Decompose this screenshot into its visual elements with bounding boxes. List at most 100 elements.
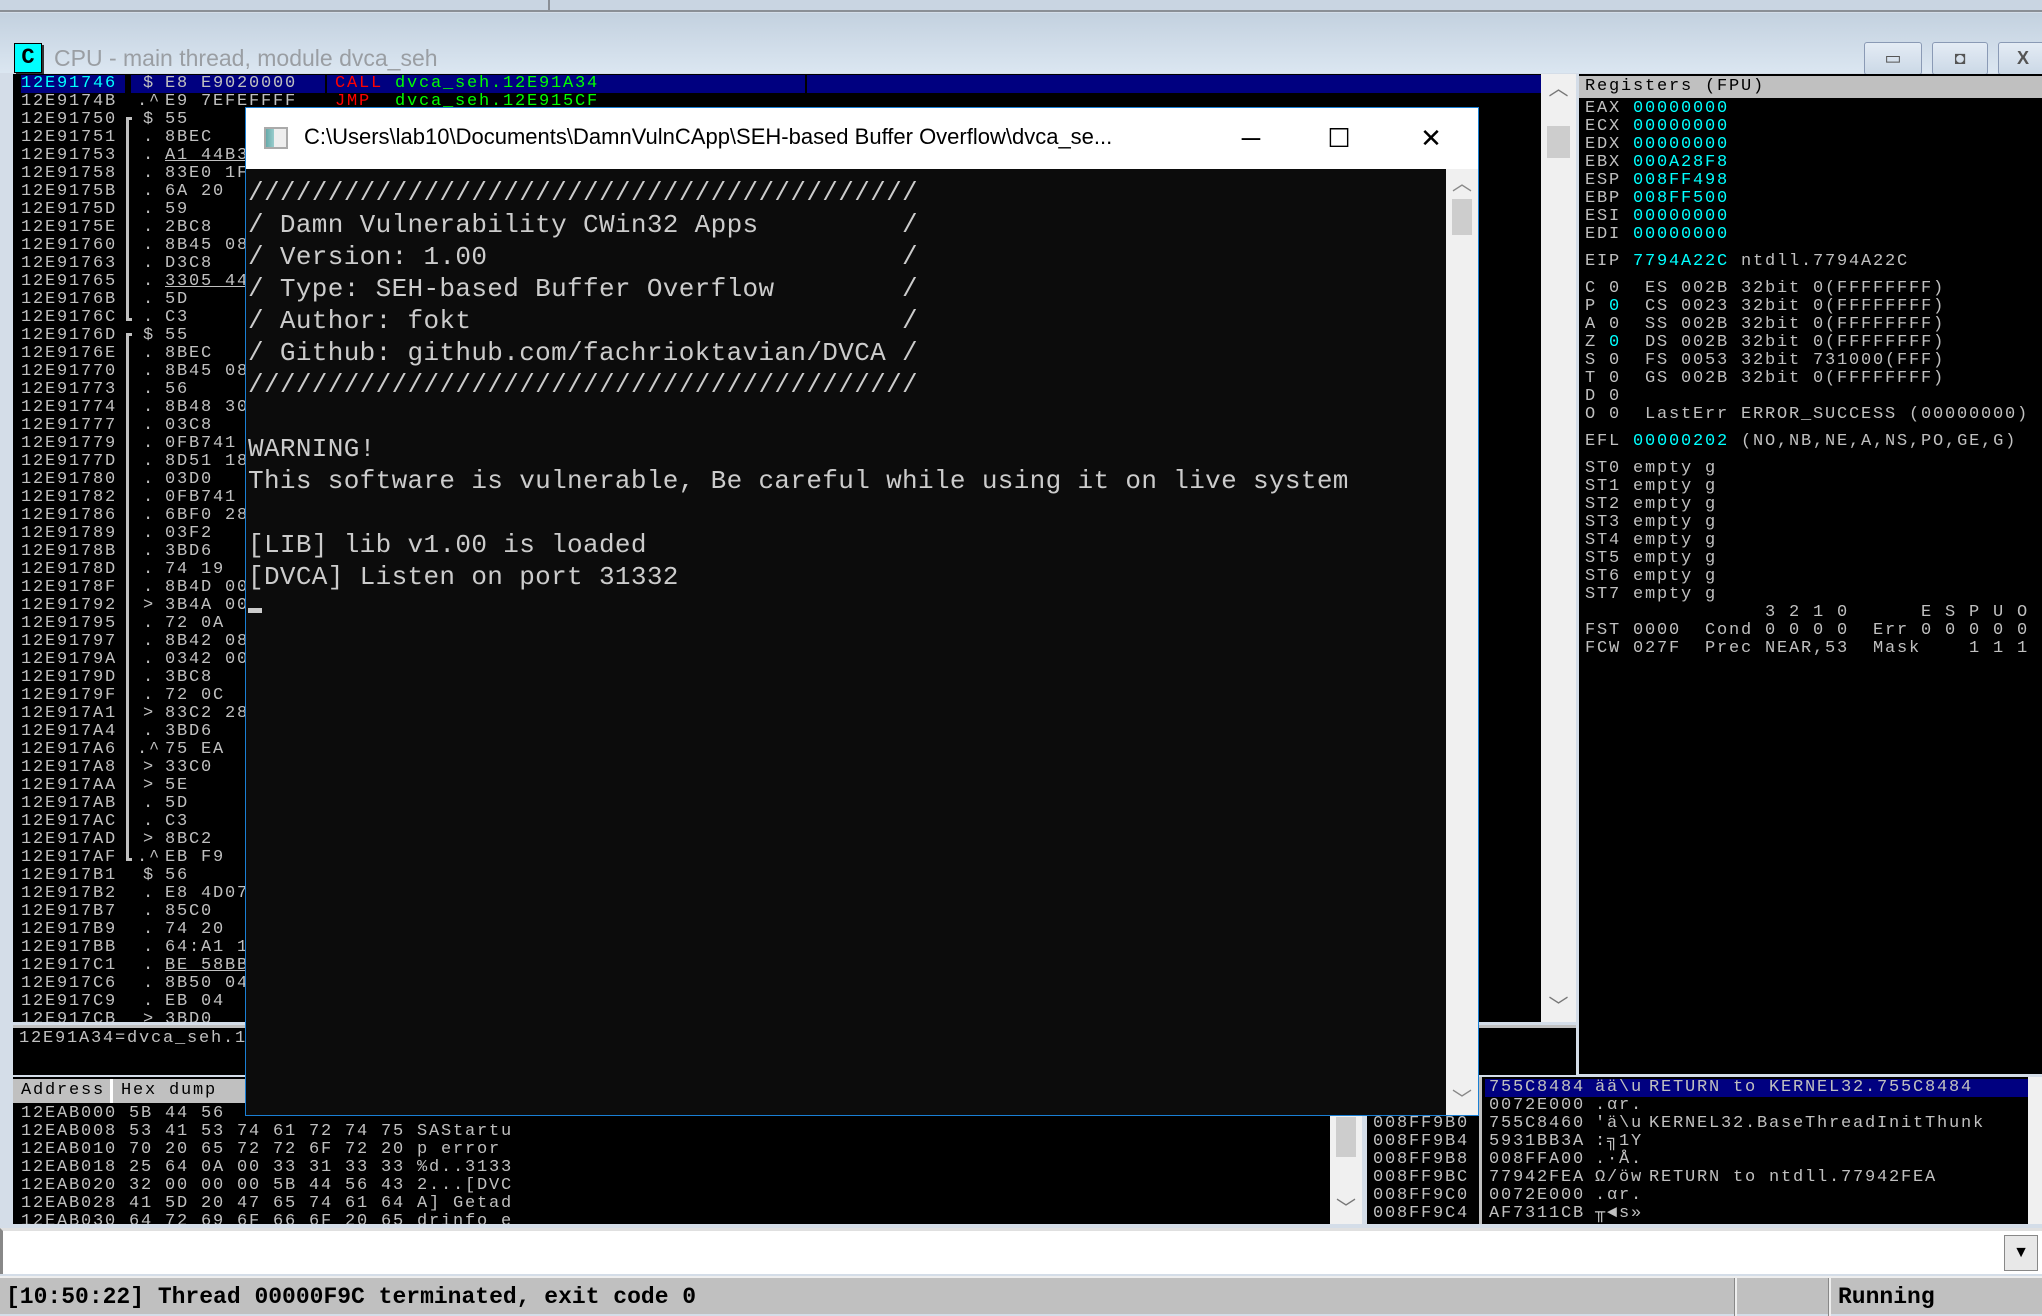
register-line: EIP 7794A22C ntdll.7794A22C [1585,253,1909,271]
scroll-up-icon[interactable]: ︿ [1446,169,1478,199]
register-value[interactable]: 00000000 [1633,99,1729,118]
command-input[interactable] [7,1235,1997,1269]
hex-bytes: A1 44B3 [165,146,250,165]
register-value[interactable]: 000A28F8 [1633,153,1729,172]
hex-bytes: 75 EA [165,740,226,759]
register-label: ST4 empty g [1585,531,1718,550]
hex-bytes: 8B42 08 [165,632,250,651]
stack-value: 0072E000 [1489,1186,1586,1205]
console-cursor [248,608,262,613]
bracket-line [126,831,132,849]
register-value[interactable]: 00000000 [1633,117,1729,136]
console-output[interactable]: ////////////////////////////////////////… [248,169,1444,1109]
status-divider [1828,1278,1831,1316]
register-line: ST2 empty g [1585,496,1717,514]
stack-row[interactable]: 008FF9B4 5931BB3A:╗1Y [1367,1133,2028,1151]
minimize-button[interactable]: ▭ [1864,42,1922,75]
dump-hex: 70 20 65 72 72 6F 72 20 [129,1140,406,1159]
marker: . [143,632,156,651]
register-label: EDX [1585,135,1634,154]
dump-row[interactable]: 12EAB030 64 72 69 6F 66 6F 20 65 drinfo e [13,1213,1330,1225]
stack-scrollbar[interactable] [2028,1077,2042,1224]
bracket-line [126,777,132,795]
address: 12E917B1 [21,866,118,885]
scroll-down-icon[interactable]: ﹀ [1446,1085,1478,1115]
bracket-line [126,669,132,687]
marker: . [143,506,156,525]
register-label: D 0 [1585,387,1622,406]
register-value[interactable]: 00000000 [1633,135,1729,154]
disassembly-scrollbar[interactable]: ︿ ﹀ [1541,74,1576,1022]
register-line: EBX 000A28F8 [1585,154,1729,172]
register-label: ST5 empty g [1585,549,1718,568]
hex-bytes: 6A 20 [165,182,226,201]
registers-pane[interactable]: Registers (FPU) EAX 00000000 ECX 00000000… [1579,74,2042,1074]
register-value[interactable]: 0 [1609,297,1621,316]
console-maximize-button[interactable]: ☐ [1304,118,1374,158]
dump-row[interactable]: 12EAB008 53 41 53 74 61 72 74 75 SAStartu [13,1123,1330,1141]
console-line: [DVCA] Listen on port 31332 [248,562,679,592]
marker: . [143,902,156,921]
scroll-thumb[interactable] [1547,126,1570,158]
register-label: CS 0023 32bit 0(FFFFFFFF) [1621,297,1946,316]
register-line: EDX 00000000 [1585,136,1729,154]
scroll-up-icon[interactable]: ︿ [1541,74,1576,104]
address: 12E91763 [21,254,118,273]
address: 12E9179F [21,686,118,705]
register-value[interactable]: 00000000 [1633,207,1729,226]
disasm-row[interactable]: 12E91746 $ E8 E9020000 CALL dvca_seh.12E91A3… [13,75,1541,93]
stack-value: AF7311CB [1489,1204,1586,1223]
bracket-line [126,165,132,183]
console-close-button[interactable]: ✕ [1396,118,1466,158]
restore-button[interactable]: ◘ [1932,42,1988,75]
register-value[interactable]: 008FF498 [1633,171,1729,190]
console-titlebar[interactable]: C:\Users\lab10\Documents\DamnVulnCApp\SE… [246,108,1478,169]
hex-bytes: 72 0A [165,614,226,633]
marker: . [143,182,156,201]
stack-value: 77942FEA [1489,1168,1586,1187]
close-button[interactable]: X [1998,42,2042,75]
bracket-line [126,183,132,201]
dump-row[interactable]: 12EAB010 70 20 65 72 72 6F 72 20 p error [13,1141,1330,1159]
hex-bytes: 74 20 [165,920,226,939]
dump-row[interactable]: 12EAB028 41 5D 20 47 65 74 61 64 A] Getad [13,1195,1330,1213]
dump-row[interactable]: 12EAB018 25 64 0A 00 33 31 33 33 %d..3133 [13,1159,1330,1177]
bracket-line [126,417,132,435]
console-scrollbar[interactable]: ︿ ﹀ [1446,169,1478,1115]
scroll-thumb[interactable] [1452,199,1472,235]
stack-row[interactable]: 008FF9BC 77942FEA Ω/öw RETURN to ntdll.7794… [1367,1169,2028,1187]
address: 12E91773 [21,380,118,399]
address: 12E91792 [21,596,118,615]
command-bar[interactable]: ▼ [0,1228,2042,1274]
marker: . [143,686,156,705]
window-title: CPU - main thread, module dvca_seh [54,45,438,71]
console-window[interactable]: C:\Users\lab10\Documents\DamnVulnCApp\SE… [245,107,1479,1116]
stack-value: 008FFA00 [1489,1150,1586,1169]
marker: . [143,884,156,903]
register-value[interactable]: 00000202 [1633,432,1729,451]
register-line: EDI 00000000 [1585,226,1729,244]
register-value[interactable]: 0 [1609,333,1621,352]
stack-row[interactable]: 008FF9B0 755C8460 'ä\u KERNEL32.BaseThreadI… [1367,1115,2028,1133]
stack-row[interactable]: 008FF9C4 AF7311CB ╥◄s» [1367,1205,2028,1223]
dump-row[interactable]: 12EAB020 32 00 00 00 5B 44 56 43 2...[DVC [13,1177,1330,1195]
register-value[interactable]: 7794A22C [1633,252,1729,271]
command-dropdown-icon[interactable]: ▼ [2004,1235,2038,1271]
marker: > [143,830,156,849]
hex-bytes: 6BF0 28 [165,506,250,525]
register-line: O 0 LastErr ERROR_SUCCESS (00000000) [1585,406,2029,424]
scroll-down-icon[interactable]: ﹀ [1541,992,1576,1022]
scroll-thumb[interactable] [1336,1117,1356,1157]
scroll-down-icon[interactable]: ﹀ [1330,1194,1362,1224]
stack-row[interactable]: 008FF9C0 0072E000 .αr. [1367,1187,2028,1205]
register-label: 3 2 1 0 E S P U O [1585,603,2030,622]
register-value[interactable]: 008FF500 [1633,189,1729,208]
register-value[interactable]: 00000000 [1633,225,1729,244]
stack-row[interactable]: 008FF9B8 008FFA00 .·Å. [1367,1151,2028,1169]
registers-header[interactable]: Registers (FPU) [1579,76,2042,98]
opcode: CALL [335,74,384,93]
dump-header-address[interactable]: Address [13,1079,113,1103]
console-minimize-button[interactable]: ─ [1216,118,1286,158]
register-label: ST7 empty g [1585,585,1718,604]
